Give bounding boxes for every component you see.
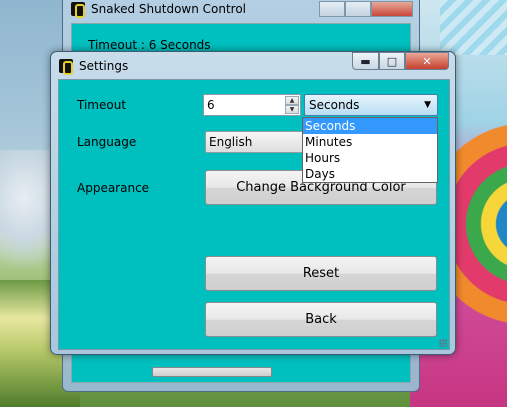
main-window-controls bbox=[319, 1, 413, 17]
settings-titlebar[interactable]: Settings bbox=[59, 58, 129, 75]
maximize-button[interactable]: □ bbox=[379, 52, 405, 70]
settings-dialog[interactable]: Settings ▬ □ ✕ Timeout 6 ▲ ▼ Seconds ▼ L… bbox=[50, 51, 456, 355]
settings-title: Settings bbox=[79, 59, 129, 73]
main-window-titlebar[interactable]: Snaked Shutdown Control bbox=[71, 1, 247, 18]
main-maximize-button[interactable] bbox=[345, 1, 371, 17]
timeout-status-label: Timeout : 6 Seconds bbox=[88, 38, 211, 52]
arrow-up-icon[interactable]: ▲ bbox=[285, 96, 299, 105]
unit-option-days[interactable]: Days bbox=[303, 166, 437, 182]
unit-option-seconds[interactable]: Seconds bbox=[303, 118, 437, 134]
language-label: Language bbox=[77, 135, 137, 149]
snake-app-icon bbox=[59, 59, 73, 75]
language-select[interactable]: English bbox=[205, 131, 315, 153]
close-button[interactable]: ✕ bbox=[405, 52, 449, 70]
main-close-button[interactable] bbox=[371, 1, 413, 17]
language-value: English bbox=[209, 135, 253, 149]
main-window-title: Snaked Shutdown Control bbox=[91, 2, 247, 16]
unit-dropdown-list[interactable]: Seconds Minutes Hours Days bbox=[302, 117, 438, 183]
resize-grip-icon[interactable] bbox=[439, 339, 447, 347]
back-button[interactable]: Back bbox=[205, 302, 437, 337]
unit-option-hours[interactable]: Hours bbox=[303, 150, 437, 166]
chevron-down-icon: ▼ bbox=[424, 100, 431, 110]
main-minimize-button[interactable] bbox=[319, 1, 345, 17]
snake-app-icon bbox=[71, 2, 85, 18]
timeout-label: Timeout bbox=[77, 98, 127, 112]
timeout-stepper[interactable]: 6 ▲ ▼ bbox=[203, 94, 301, 116]
unit-option-minutes[interactable]: Minutes bbox=[303, 134, 437, 150]
main-window-button[interactable] bbox=[152, 367, 272, 377]
timeout-value: 6 bbox=[207, 98, 215, 112]
stepper-arrows: ▲ ▼ bbox=[285, 96, 299, 114]
arrow-down-icon[interactable]: ▼ bbox=[285, 105, 299, 114]
appearance-label: Appearance bbox=[77, 181, 150, 195]
unit-select-value: Seconds bbox=[309, 98, 360, 112]
desktop-wallpaper-stripes bbox=[440, 0, 507, 55]
unit-select[interactable]: Seconds ▼ bbox=[304, 94, 438, 116]
minimize-button[interactable]: ▬ bbox=[352, 52, 379, 70]
settings-window-controls: ▬ □ ✕ bbox=[352, 52, 449, 70]
reset-button[interactable]: Reset bbox=[205, 256, 437, 291]
